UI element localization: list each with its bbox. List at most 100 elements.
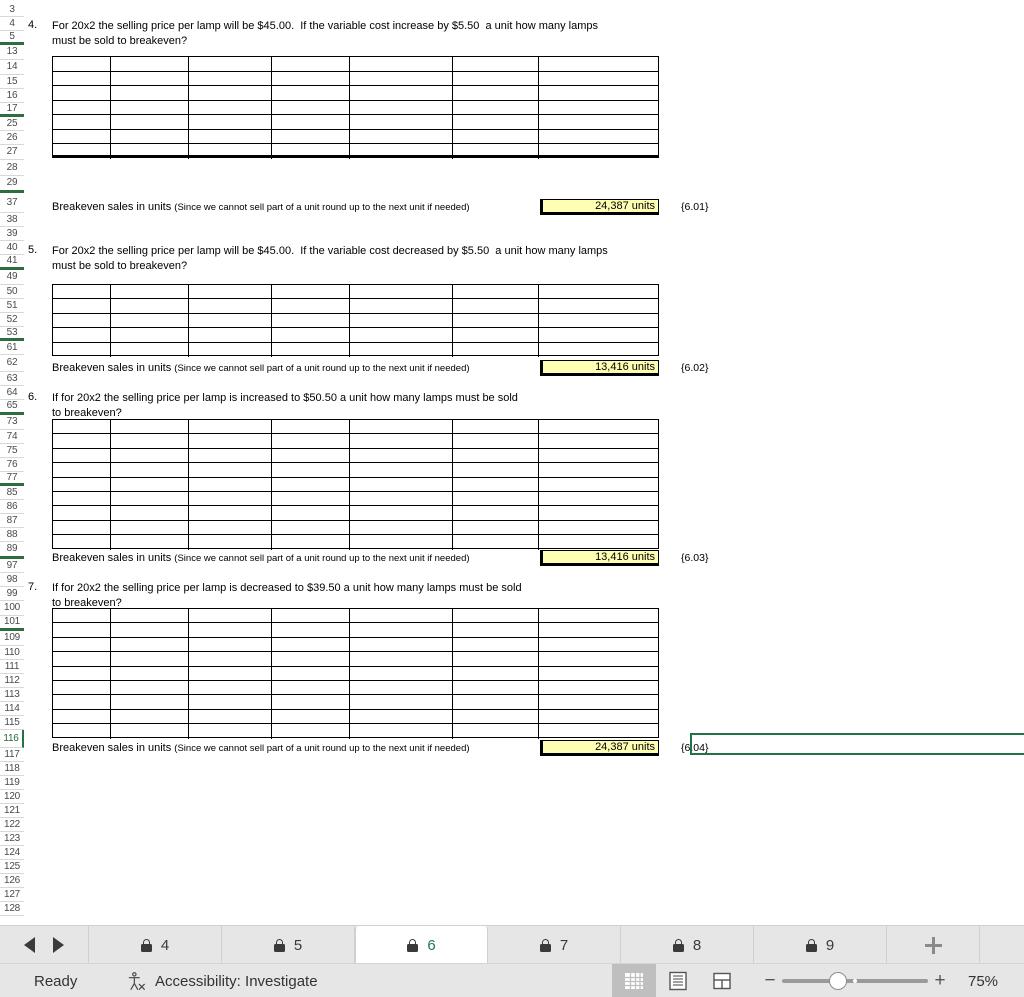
sheet-nav-arrows[interactable]: [0, 926, 89, 964]
table-cell[interactable]: [539, 314, 658, 327]
table-cell[interactable]: [272, 328, 351, 342]
breakeven-answer-cell-1[interactable]: 24,387 units: [540, 199, 659, 215]
table-cell[interactable]: [111, 299, 189, 313]
table-cell[interactable]: [53, 695, 111, 709]
table-cell[interactable]: [453, 434, 540, 448]
table-cell[interactable]: [350, 637, 453, 652]
table-cell[interactable]: [53, 666, 111, 680]
table-cell[interactable]: [111, 100, 189, 114]
table-cell[interactable]: [453, 129, 540, 143]
table-cell[interactable]: [189, 115, 273, 129]
table-cell[interactable]: [111, 491, 189, 506]
table-row[interactable]: [53, 477, 658, 492]
row-header-65[interactable]: 65: [0, 400, 24, 415]
table-row[interactable]: [53, 609, 658, 624]
table-cell[interactable]: [350, 535, 453, 550]
table-cell[interactable]: [539, 695, 658, 708]
table-cell[interactable]: [111, 57, 189, 71]
table-cell[interactable]: [350, 448, 453, 463]
table-cell[interactable]: [53, 652, 111, 666]
row-header-100[interactable]: 100: [0, 601, 24, 616]
row-header-99[interactable]: 99: [0, 587, 24, 601]
table-cell[interactable]: [53, 434, 111, 448]
next-sheet-arrow-icon[interactable]: [53, 937, 64, 953]
table-cell[interactable]: [189, 100, 273, 114]
table-cell[interactable]: [539, 638, 658, 651]
row-header-123[interactable]: 123: [0, 832, 24, 846]
table-cell[interactable]: [53, 129, 111, 143]
table-row[interactable]: [53, 285, 658, 300]
table-cell[interactable]: [350, 299, 453, 313]
calculation-table-1[interactable]: [52, 56, 659, 159]
breakeven-answer-cell-4[interactable]: 24,387 units: [540, 740, 659, 756]
row-header-52[interactable]: 52: [0, 313, 24, 327]
calculation-table-2[interactable]: [52, 284, 659, 357]
table-cell[interactable]: [272, 420, 351, 434]
grid-area[interactable]: 3 4 5 13 14 15 16 17 25 26 27 28 29 37 38 39 40 41 49 50 51 5…: [0, 0, 1024, 925]
table-cell[interactable]: [539, 57, 658, 71]
table-cell[interactable]: [111, 477, 189, 491]
table-row[interactable]: [53, 695, 658, 710]
table-cell[interactable]: [350, 144, 453, 159]
row-header-14[interactable]: 14: [0, 60, 24, 75]
row-header-86[interactable]: 86: [0, 500, 24, 514]
row-header-125[interactable]: 125: [0, 860, 24, 874]
table-cell[interactable]: [453, 420, 540, 434]
row-header-97[interactable]: 97: [0, 559, 24, 573]
table-row[interactable]: [53, 709, 658, 725]
calculation-table-3[interactable]: [52, 419, 659, 550]
table-cell[interactable]: [111, 609, 189, 623]
table-cell[interactable]: [453, 299, 540, 313]
table-cell[interactable]: [53, 535, 111, 550]
table-cell[interactable]: [189, 709, 273, 724]
table-cell[interactable]: [350, 420, 453, 434]
table-cell[interactable]: [111, 129, 189, 143]
table-row[interactable]: [53, 100, 658, 115]
normal-view-button[interactable]: [612, 964, 656, 997]
table-cell[interactable]: [189, 637, 273, 652]
row-header-115[interactable]: 115: [0, 716, 24, 730]
table-cell[interactable]: [453, 680, 540, 695]
row-header-116[interactable]: 116: [0, 730, 24, 748]
row-header-76[interactable]: 76: [0, 458, 24, 472]
table-cell[interactable]: [453, 285, 540, 299]
table-row[interactable]: [53, 434, 658, 449]
table-cell[interactable]: [539, 478, 658, 491]
row-header-110[interactable]: 110: [0, 646, 24, 660]
table-cell[interactable]: [111, 709, 189, 724]
table-cell[interactable]: [350, 506, 453, 520]
table-cell[interactable]: [453, 666, 540, 680]
table-row[interactable]: [53, 129, 658, 144]
table-cell[interactable]: [111, 695, 189, 709]
table-cell[interactable]: [189, 328, 273, 342]
row-header-87[interactable]: 87: [0, 514, 24, 528]
table-cell[interactable]: [111, 71, 189, 85]
table-cell[interactable]: [453, 652, 540, 666]
sheet-tab-5[interactable]: 5: [222, 926, 355, 964]
table-cell[interactable]: [53, 520, 111, 535]
table-cell[interactable]: [189, 680, 273, 695]
row-header-117[interactable]: 117: [0, 748, 24, 762]
table-cell[interactable]: [272, 115, 351, 129]
page-layout-view-button[interactable]: [656, 964, 700, 997]
row-header-126[interactable]: 126: [0, 874, 24, 888]
table-cell[interactable]: [453, 491, 540, 506]
table-cell[interactable]: [189, 434, 273, 448]
table-cell[interactable]: [111, 420, 189, 434]
table-cell[interactable]: [539, 652, 658, 665]
table-cell[interactable]: [350, 434, 453, 448]
table-cell[interactable]: [53, 680, 111, 695]
table-cell[interactable]: [539, 492, 658, 505]
table-cell[interactable]: [53, 637, 111, 652]
table-cell[interactable]: [272, 695, 351, 709]
table-row[interactable]: [53, 71, 658, 86]
table-cell[interactable]: [453, 724, 540, 739]
table-cell[interactable]: [272, 637, 351, 652]
page-break-preview-button[interactable]: [700, 964, 744, 997]
row-header-101[interactable]: 101: [0, 616, 24, 631]
table-cell[interactable]: [111, 637, 189, 652]
table-cell[interactable]: [53, 100, 111, 114]
table-cell[interactable]: [350, 115, 453, 129]
table-cell[interactable]: [189, 477, 273, 491]
table-cell[interactable]: [272, 100, 351, 114]
